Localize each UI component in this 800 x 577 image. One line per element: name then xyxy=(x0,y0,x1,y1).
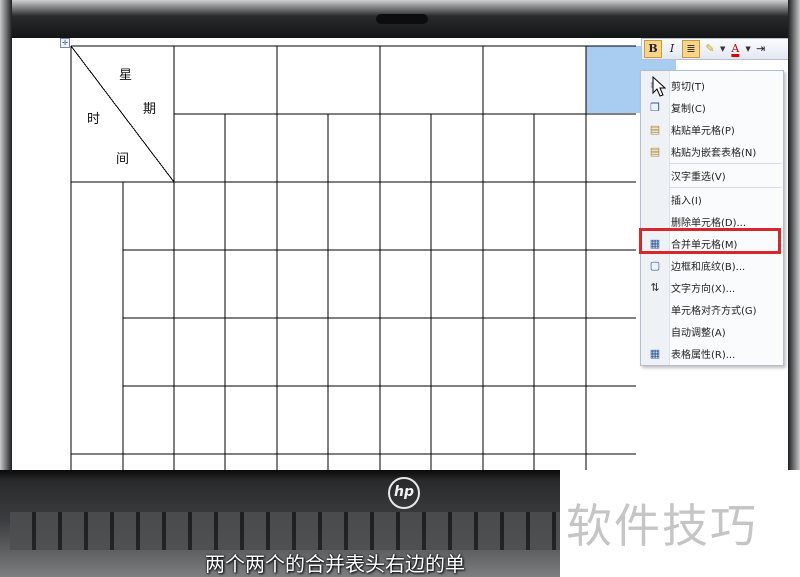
watermark-text: 软件技巧 xyxy=(566,499,758,553)
laptop-bezel-left xyxy=(0,0,12,470)
menu-item-label: 插入(I) xyxy=(671,195,702,207)
menu-item-label: 自动调整(A) xyxy=(671,327,726,339)
menu-item-label: 删除单元格(D)... xyxy=(671,217,747,229)
paste-icon: ▤ xyxy=(649,122,661,136)
table-move-handle[interactable]: ✛ xyxy=(60,38,70,48)
video-subtitle: 两个两个的合并表头右边的单 xyxy=(205,552,465,576)
menu-item-label: 表格属性(R)... xyxy=(671,349,736,361)
menu-item-paste-nested[interactable]: ▤ 粘贴为嵌套表格(N) xyxy=(641,141,783,161)
header-weekday-char-1: 星 xyxy=(119,68,133,83)
align-center-icon[interactable]: ≣ xyxy=(682,40,700,58)
borders-icon: ▢ xyxy=(649,258,661,272)
indent-icon[interactable]: ⇥ xyxy=(753,41,769,57)
menu-item-reconvert[interactable]: 汉字重选(V) xyxy=(641,165,783,185)
menu-separator xyxy=(669,163,781,164)
menu-item-cell-alignment[interactable]: 单元格对齐方式(G) xyxy=(641,299,783,319)
header-time-char-1: 时 xyxy=(87,112,101,127)
menu-item-label: 边框和底纹(B)... xyxy=(671,261,746,273)
text-direction-icon: ⇅ xyxy=(650,280,660,294)
chevron-down-icon[interactable]: ▼ xyxy=(745,45,750,53)
font-color-button[interactable]: A xyxy=(727,41,743,57)
menu-separator xyxy=(669,187,781,188)
mouse-cursor-icon xyxy=(652,76,666,97)
keyboard-keys xyxy=(10,512,570,550)
menu-item-autofit[interactable]: 自动调整(A) xyxy=(641,321,783,341)
laptop-bezel-right xyxy=(788,0,800,470)
mini-format-toolbar: B I ≣ ✎ ▼ A ▼ ⇥ xyxy=(641,38,788,60)
highlight-pen-icon[interactable]: ✎ xyxy=(702,41,718,57)
italic-button[interactable]: I xyxy=(664,41,680,57)
laptop-screen: ✛ 星 期 时 间 B I ≣ ✎ ▼ A ▼ ⇥ ✂ 剪切(T) ❐ 复制(C… xyxy=(12,38,788,470)
header-weekday-char-2: 期 xyxy=(143,102,157,117)
menu-item-label: 剪切(T) xyxy=(671,81,705,93)
menu-item-copy[interactable]: ❐ 复制(C) xyxy=(641,97,783,117)
hp-logo-icon: hp xyxy=(388,477,420,509)
menu-item-label: 文字方向(X)... xyxy=(671,283,736,295)
paste-nested-icon: ▤ xyxy=(649,144,661,158)
menu-item-table-properties[interactable]: ▦ 表格属性(R)... xyxy=(641,343,783,363)
menu-item-borders-shading[interactable]: ▢ 边框和底纹(B)... xyxy=(641,255,783,275)
menu-item-label: 汉字重选(V) xyxy=(671,171,726,183)
header-time-char-2: 间 xyxy=(116,152,130,167)
menu-item-label: 粘贴为嵌套表格(N) xyxy=(671,147,757,159)
merge-cells-highlight-box xyxy=(639,228,781,254)
chevron-down-icon[interactable]: ▼ xyxy=(720,45,725,53)
menu-item-label: 粘贴单元格(P) xyxy=(671,125,735,137)
menu-item-label: 复制(C) xyxy=(671,103,706,115)
menu-item-paste-cells[interactable]: ▤ 粘贴单元格(P) xyxy=(641,119,783,139)
webcam xyxy=(376,14,428,24)
menu-item-label: 单元格对齐方式(G) xyxy=(671,305,757,317)
copy-icon: ❐ xyxy=(650,100,660,114)
table-properties-icon: ▦ xyxy=(649,346,661,360)
menu-item-text-direction[interactable]: ⇅ 文字方向(X)... xyxy=(641,277,783,297)
context-menu: ✂ 剪切(T) ❐ 复制(C) ▤ 粘贴单元格(P) ▤ 粘贴为嵌套表格(N) … xyxy=(640,70,784,366)
menu-item-insert[interactable]: 插入(I) xyxy=(641,189,783,209)
bold-button[interactable]: B xyxy=(644,40,662,58)
